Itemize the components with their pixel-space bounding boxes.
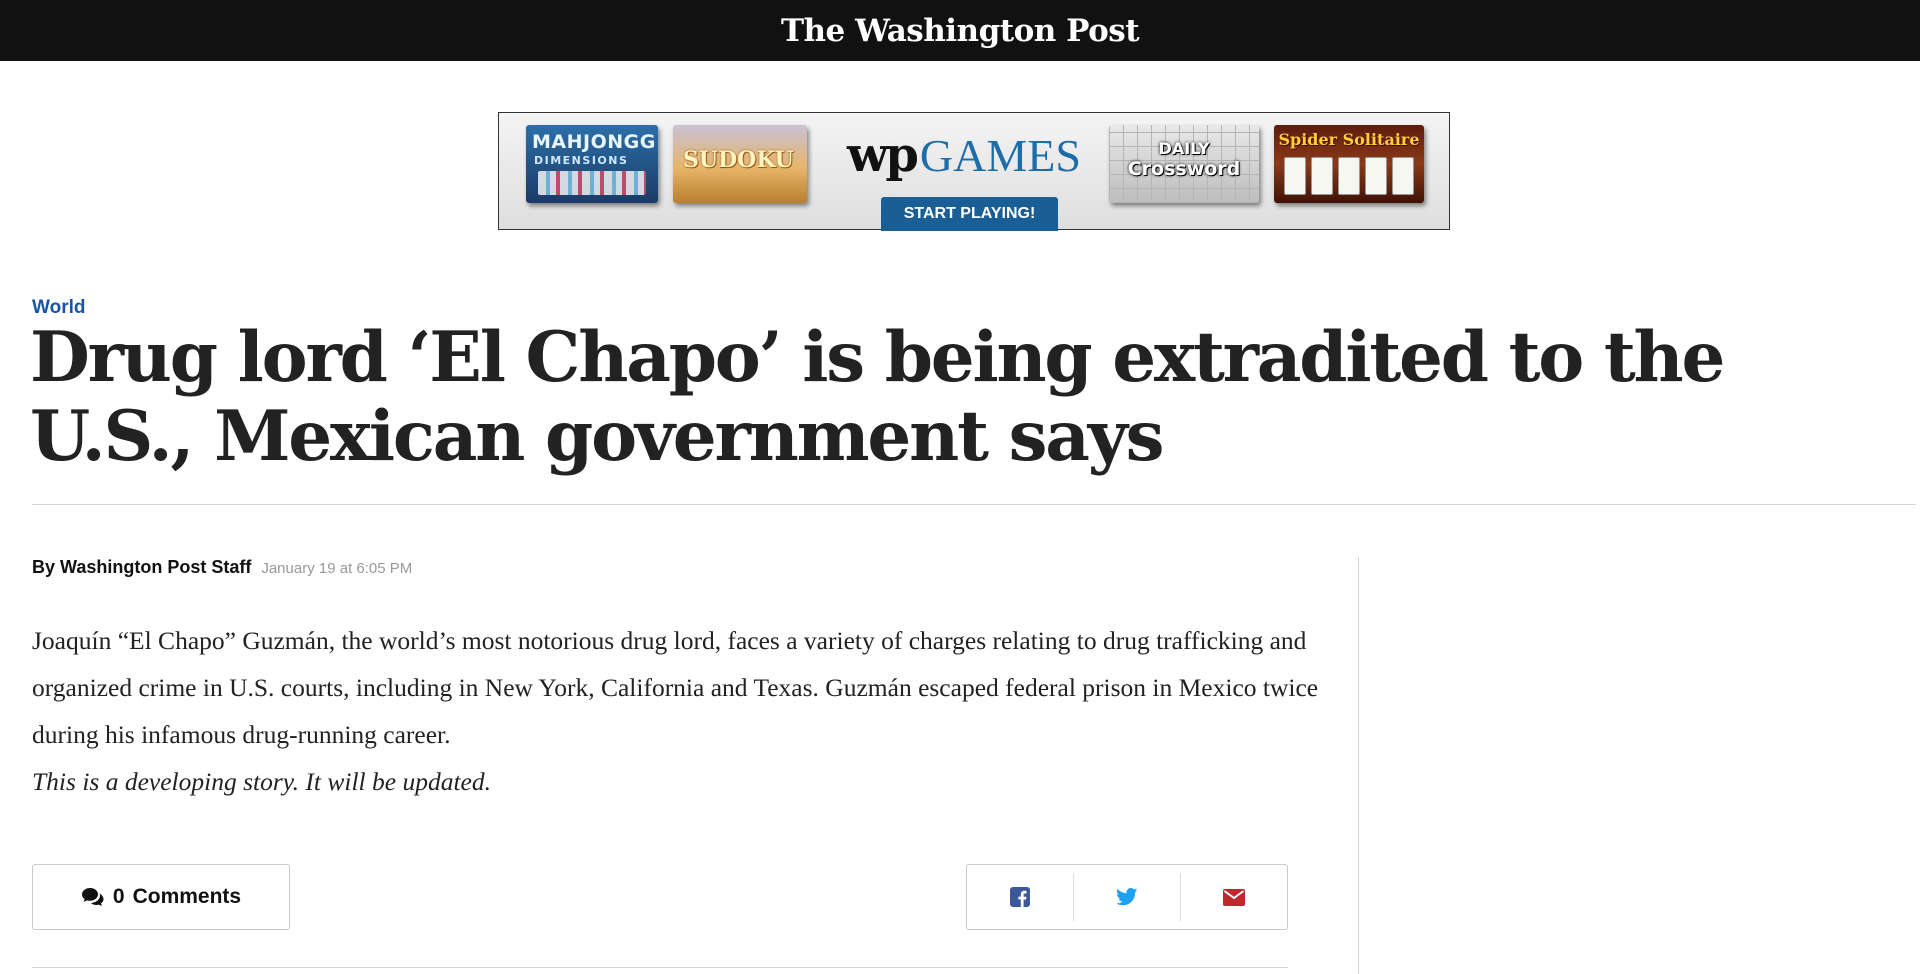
byline-author[interactable]: By Washington Post Staff — [32, 557, 251, 578]
actions-divider — [32, 967, 1288, 968]
ad-tile-spider-solitaire[interactable]: Spider Solitaire — [1274, 125, 1424, 203]
masthead-logo[interactable]: The Washington Post — [781, 13, 1140, 49]
ad-tile-mahjongg[interactable]: MAHJONGG DIMENSIONS — [526, 125, 658, 203]
share-bar — [966, 864, 1288, 930]
facebook-icon — [1010, 887, 1030, 907]
byline-date: January 19 at 6:05 PM — [261, 560, 413, 577]
ad-tile-sudoku[interactable]: SUDOKU — [673, 125, 807, 203]
top-bar: The Washington Post — [0, 0, 1920, 61]
start-playing-button[interactable]: START PLAYING! — [881, 197, 1058, 231]
crossword-title-line2: Crossword — [1127, 158, 1241, 180]
wp-games-logo: wp GAMES — [847, 127, 1081, 183]
share-facebook-button[interactable] — [967, 873, 1074, 921]
comments-button[interactable]: 0 Comments — [32, 864, 290, 930]
comments-icon — [81, 888, 104, 906]
developing-story-note: This is a developing story. It will be u… — [32, 767, 491, 796]
byline: By Washington Post Staff January 19 at 6… — [32, 557, 412, 578]
article-headline: Drug lord ‘El Chapo’ is being extradited… — [30, 317, 1725, 477]
sidebar-divider — [1358, 557, 1359, 974]
games-ad-banner[interactable]: MAHJONGG DIMENSIONS SUDOKU wp GAMES STAR… — [498, 112, 1450, 231]
crossword-title-line1: DAILY — [1158, 139, 1210, 158]
article-paragraph: Joaquín “El Chapo” Guzmán, the world’s m… — [32, 626, 1319, 749]
spider-solitaire-title: Spider Solitaire — [1278, 130, 1420, 149]
article-body: Joaquín “El Chapo” Guzmán, the world’s m… — [32, 617, 1332, 805]
solitaire-cards-image — [1284, 157, 1414, 195]
comments-count: 0 — [112, 885, 125, 908]
section-kicker[interactable]: World — [32, 297, 85, 319]
share-twitter-button[interactable] — [1074, 873, 1181, 921]
mahjongg-subtitle: DIMENSIONS — [534, 154, 629, 167]
share-email-button[interactable] — [1181, 873, 1287, 921]
headline-divider — [32, 504, 1916, 505]
ad-tile-crossword[interactable]: DAILY Crossword — [1109, 125, 1259, 203]
comments-label: Comments — [132, 885, 242, 908]
email-icon — [1223, 888, 1245, 906]
games-logo-text: GAMES — [919, 130, 1081, 181]
mahjongg-tiles-image — [538, 171, 646, 195]
mahjongg-title: MAHJONGG — [532, 131, 656, 153]
wp-logo-mark: wp — [847, 127, 919, 183]
twitter-icon — [1116, 888, 1138, 906]
sudoku-title: SUDOKU — [683, 147, 794, 173]
